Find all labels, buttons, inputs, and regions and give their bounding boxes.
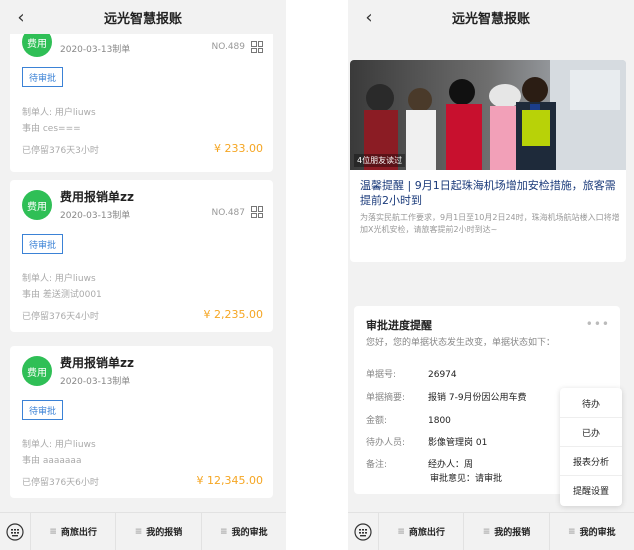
menu-lines-icon: ≡	[568, 526, 576, 537]
tab-business-travel[interactable]: ≡ 商旅出行	[378, 512, 463, 550]
menu-lines-icon: ≡	[397, 526, 405, 537]
card-stay: 已停留376天6小时	[22, 478, 99, 488]
card-stay: 已停留376天4小时	[22, 312, 99, 322]
tab-bar: ≡ 商旅出行 ≡ 我的报销 ≡ 我的审批	[0, 512, 286, 550]
row-value: 26974	[428, 370, 457, 380]
expense-card[interactable]: 费用 费用报销单zz 2020-03-13制单 待审批 制单人: 用户liuws…	[10, 346, 273, 498]
card-date: 2020-03-13制单	[60, 45, 131, 55]
news-title[interactable]: 温馨提醒 | 9月1日起珠海机场增加安检措施，旅客需提前2小时到	[360, 178, 620, 208]
approval-subtitle: 您好，您的单据状态发生改变，单据状态如下：	[366, 338, 556, 348]
approval-row-remark: 备注: 经办人：周	[366, 457, 473, 470]
tab-my-approval[interactable]: ≡ 我的审批	[548, 512, 634, 550]
row-value: 报销 7-9月份因公用车费	[428, 393, 527, 403]
menu-lines-icon: ≡	[49, 526, 57, 537]
read-count: 4位朋友读过	[354, 154, 406, 167]
tab-label: 我的报销	[146, 528, 183, 538]
card-date: 2020-03-13制单	[60, 377, 131, 387]
row-key: 单据摘要:	[366, 393, 406, 403]
approval-row-amount: 金额: 1800	[366, 413, 451, 426]
card-reason: 事由 ces===	[22, 124, 81, 134]
approval-row-docno: 单据号: 26974	[366, 367, 457, 380]
tab-label: 商旅出行	[60, 528, 97, 538]
status-badge: 待审批	[22, 67, 64, 87]
news-card[interactable]: 4位朋友读过 温馨提醒 | 9月1日起珠海机场增加安检措施，旅客需提前2小时到 …	[350, 60, 626, 262]
menu-lines-icon: ≡	[482, 526, 491, 537]
card-amount: ¥ 2,235.00	[203, 308, 263, 321]
expense-badge: 费用	[22, 356, 52, 386]
menu-item-done[interactable]: 已办	[560, 418, 622, 447]
phone-right: ‹ 远光智慧报账 4位朋友读过 温馨提醒 | 9月1日起珠海机场增加安检措施，旅…	[348, 0, 634, 550]
menu-item-reminder-settings[interactable]: 提醒设置	[560, 476, 622, 505]
menu-lines-icon: ≡	[134, 526, 143, 537]
card-stay: 已停留376天3小时	[22, 146, 99, 156]
back-icon[interactable]: ‹	[358, 4, 380, 30]
card-amount: ¥ 233.00	[214, 142, 263, 155]
tab-business-travel[interactable]: ≡ 商旅出行	[30, 512, 115, 550]
status-badge: 待审批	[22, 234, 64, 254]
qr-code-icon[interactable]	[251, 41, 263, 53]
card-amount: ¥ 12,345.00	[196, 474, 263, 487]
approval-row-summary: 单据摘要: 报销 7-9月份因公用车费	[366, 390, 527, 403]
tab-my-reimbursement[interactable]: ≡ 我的报销	[115, 512, 200, 550]
keyboard-icon[interactable]	[0, 513, 30, 550]
popup-menu: 待办 已办 报表分析 提醒设置	[560, 388, 622, 506]
row-value: 1800	[428, 416, 451, 426]
tab-label: 我的审批	[579, 528, 616, 538]
card-number: NO.489	[211, 42, 246, 52]
menu-item-report-analysis[interactable]: 报表分析	[560, 447, 622, 476]
card-reason: 事由 差送测试0001	[22, 290, 102, 300]
tab-bar: ≡ 商旅出行 ≡ 我的报销 ≡ 我的审批	[348, 512, 634, 550]
card-creator: 制单人: 用户liuws	[22, 440, 96, 450]
expense-badge: 费用	[22, 190, 52, 220]
row-value: 经办人：周	[428, 460, 474, 470]
tab-my-reimbursement[interactable]: ≡ 我的报销	[463, 512, 548, 550]
card-creator: 制单人: 用户liuws	[22, 274, 96, 284]
tab-label: 我的审批	[231, 528, 268, 538]
row-key: 金额:	[366, 416, 388, 426]
expense-card[interactable]: 费用 2020-03-13制单 NO.489 待审批 制单人: 用户liuws …	[10, 22, 273, 172]
nav-bar: ‹ 远光智慧报账	[0, 0, 286, 34]
page-title: 远光智慧报账	[103, 11, 182, 27]
page-title: 远光智慧报账	[451, 11, 530, 27]
approval-opinion: 审批意见：请审批	[430, 474, 503, 484]
status-badge: 待审批	[22, 400, 64, 420]
row-key: 备注:	[366, 460, 388, 470]
row-key: 单据号:	[366, 370, 397, 380]
row-value: 影像管理岗 01	[428, 438, 488, 448]
news-description: 为落实民航工作要求，9月1日至10月2日24时，珠海机场航站楼入口将增加X光机安…	[360, 213, 620, 234]
tab-label: 我的报销	[494, 528, 531, 538]
phone-left: ‹ 远光智慧报账 费用 2020-03-13制单 NO.489 待审批 制单人:…	[0, 0, 286, 550]
card-title: 费用报销单zz	[60, 356, 134, 370]
approval-title: 审批进度提醒	[366, 319, 432, 332]
keyboard-icon[interactable]	[348, 513, 378, 550]
card-date: 2020-03-13制单	[60, 211, 131, 221]
nav-bar: ‹ 远光智慧报账	[348, 0, 634, 34]
approval-row-assignee: 待办人员: 影像管理岗 01	[366, 435, 487, 448]
tab-my-approval[interactable]: ≡ 我的审批	[200, 512, 286, 550]
more-icon[interactable]: •••	[586, 317, 610, 331]
qr-code-icon[interactable]	[251, 206, 263, 218]
row-key: 待办人员:	[366, 438, 406, 448]
card-number: NO.487	[211, 208, 246, 218]
back-icon[interactable]: ‹	[10, 4, 32, 30]
card-creator: 制单人: 用户liuws	[22, 108, 96, 118]
tab-label: 商旅出行	[408, 528, 445, 538]
expense-card[interactable]: 费用 费用报销单zz 2020-03-13制单 NO.487 待审批 制单人: …	[10, 180, 273, 332]
card-reason: 事由 aaaaaaa	[22, 456, 82, 466]
menu-item-todo[interactable]: 待办	[560, 389, 622, 418]
menu-lines-icon: ≡	[220, 526, 228, 537]
card-title: 费用报销单zz	[60, 190, 134, 204]
